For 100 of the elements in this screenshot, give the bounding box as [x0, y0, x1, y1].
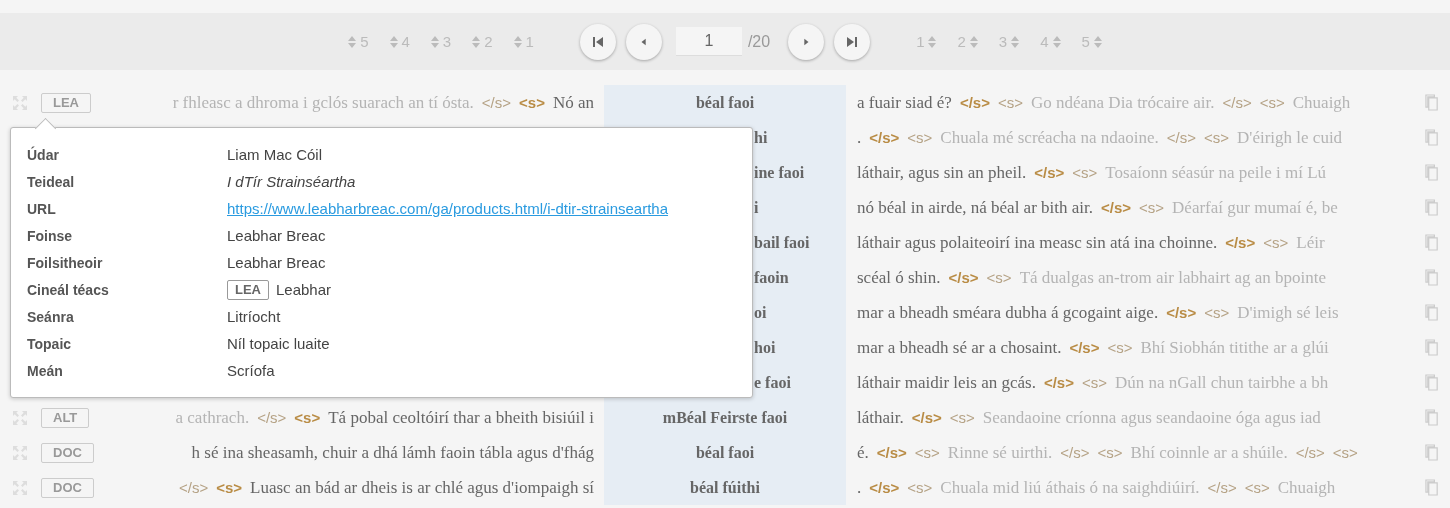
sentence-tag: <s> [1263, 234, 1289, 251]
context-text: láthair maidir leis an gcás. [857, 372, 1036, 393]
context-text: D'imigh sé leis [1237, 302, 1339, 323]
first-page-icon [591, 35, 604, 48]
context-text: Seandaoine críonna agus seandaoine óga agus iad [982, 407, 1321, 428]
context-text: Bhí coinnle ar a shúile. [1130, 442, 1288, 463]
context-text: láthair agus polaiteoirí ina measc sin atá ina choinne. [857, 232, 1218, 253]
field-label: Topaic [27, 335, 73, 352]
expand-icon[interactable] [12, 479, 28, 496]
sentence-tag: </s> [1034, 164, 1065, 181]
sentence-tag: <s> [997, 94, 1023, 111]
context-text: Dún na nGall chun tairbhe a bh [1115, 372, 1329, 393]
copy-icon[interactable] [1425, 374, 1440, 391]
copy-icon[interactable] [1425, 94, 1440, 111]
sentence-tag: <s> [519, 94, 545, 111]
sort-icon [969, 35, 978, 48]
context-text: Luasc an bád ar dheis is ar chlé agus d'iompaigh sí [250, 477, 594, 498]
sentence-tag: </s> [1295, 444, 1325, 461]
copy-icon[interactable] [1425, 479, 1440, 496]
sentence-tag: <s> [1244, 479, 1270, 496]
text-type-badge[interactable]: ALT [41, 407, 90, 428]
copy-icon[interactable] [1425, 234, 1440, 251]
sort-icon [1052, 35, 1061, 48]
context-text: Tá dualgas an-trom air labhairt ag an bpointe [1019, 267, 1326, 288]
context-text: Déarfaí gur mumaí é, be [1172, 197, 1338, 218]
sentence-tag: <s> [1259, 94, 1285, 111]
sentence-tag: <s> [914, 444, 940, 461]
context-text: a cathrach. [175, 407, 250, 428]
field-value: Liam Mac Cóil [227, 146, 323, 163]
field-label: Seánra [27, 308, 75, 325]
context-text: láthair, agus sin an pheil. [857, 162, 1027, 183]
sort-icon [389, 35, 398, 48]
first-page-button[interactable] [579, 23, 616, 60]
field-value: Leabhar [276, 281, 332, 298]
expand-icon[interactable] [12, 409, 28, 426]
field-value: Leabhar Breac [227, 254, 326, 271]
page-total: /20 [747, 32, 771, 51]
context-text: Chuala mé scréacha na ndaoine. [940, 127, 1159, 148]
sentence-tag: </s> [911, 409, 942, 426]
sentence-tag: <s> [1204, 304, 1230, 321]
sentence-tag: <s> [216, 479, 243, 496]
sort-icon [928, 35, 937, 48]
context-text: a fuair siad é? [857, 92, 952, 113]
url-link[interactable]: https://www.leabharbreac.com/ga/products.html/i-dtir-strainseartha [227, 200, 669, 217]
text-type-badge[interactable]: DOC [41, 442, 94, 463]
sentence-tag: </s> [179, 479, 209, 496]
context-text: r fhleasc a dhroma i gclós suarach an tí ósta. [172, 92, 474, 113]
copy-icon[interactable] [1425, 129, 1440, 146]
sentence-tag: <s> [949, 409, 975, 426]
context-text: Tá pobal ceoltóirí thar a bheith bisiúil i [328, 407, 594, 428]
field-value: Leabhar Breac [227, 227, 326, 244]
copy-icon[interactable] [1425, 304, 1440, 321]
field-value: Níl topaic luaite [227, 335, 330, 352]
text-type-badge[interactable]: DOC [41, 477, 94, 498]
field-label: Teideal [27, 173, 76, 190]
context-text: Chuala mid liú áthais ó na saighdiúirí. [940, 477, 1200, 498]
expand-icon[interactable] [12, 444, 28, 461]
previous-page-button[interactable] [625, 23, 662, 60]
context-text: Chuaigh [1277, 477, 1336, 498]
sentence-tag: </s> [1207, 479, 1237, 496]
context-text: mar a bheadh sméara dubha á gcogaint aige. [857, 302, 1159, 323]
sort-icon [430, 35, 439, 48]
keyword: e faoi [754, 373, 791, 392]
sentence-tag: <s> [1097, 444, 1123, 461]
context-text: Nó an [552, 92, 594, 113]
last-page-button[interactable] [834, 23, 871, 60]
keyword: hi [754, 128, 768, 147]
keyword: hoi [754, 338, 776, 357]
field-label: Foinse [27, 227, 74, 244]
copy-icon[interactable] [1425, 409, 1440, 426]
sentence-tag: </s> [1166, 304, 1197, 321]
sentence-tag: </s> [1101, 199, 1132, 216]
next-page-button[interactable] [788, 23, 825, 60]
sentence-tag: </s> [1060, 444, 1090, 461]
context-text: D'éirigh le cuid [1237, 127, 1343, 148]
sentence-tag: </s> [1225, 234, 1256, 251]
field-label: Údar [27, 146, 60, 163]
sentence-tag: </s> [481, 94, 512, 111]
copy-icon[interactable] [1425, 199, 1440, 216]
keyword: oi [754, 303, 767, 322]
context-text: láthair. [857, 407, 904, 428]
sentence-tag: </s> [876, 444, 907, 461]
sentence-tag: </s> [1222, 94, 1252, 111]
copy-icon[interactable] [1425, 269, 1440, 286]
page-input[interactable]: 1 [675, 27, 742, 56]
expand-icon[interactable] [12, 94, 28, 111]
sentence-tag: <s> [1107, 339, 1133, 356]
copy-icon[interactable] [1425, 339, 1440, 356]
sentence-tag: <s> [1204, 129, 1230, 146]
context-text: Chuaigh [1292, 92, 1351, 113]
sentence-tag: <s> [1332, 444, 1358, 461]
text-type-badge: LEA [227, 279, 269, 300]
copy-icon[interactable] [1425, 444, 1440, 461]
text-type-badge[interactable]: LEA [41, 92, 91, 113]
sentence-tag: <s> [294, 409, 321, 426]
copy-icon[interactable] [1425, 164, 1440, 181]
sentence-tag: <s> [907, 479, 933, 496]
sentence-tag: <s> [986, 269, 1012, 286]
last-page-icon [846, 35, 859, 48]
sentence-tag: <s> [907, 129, 933, 146]
